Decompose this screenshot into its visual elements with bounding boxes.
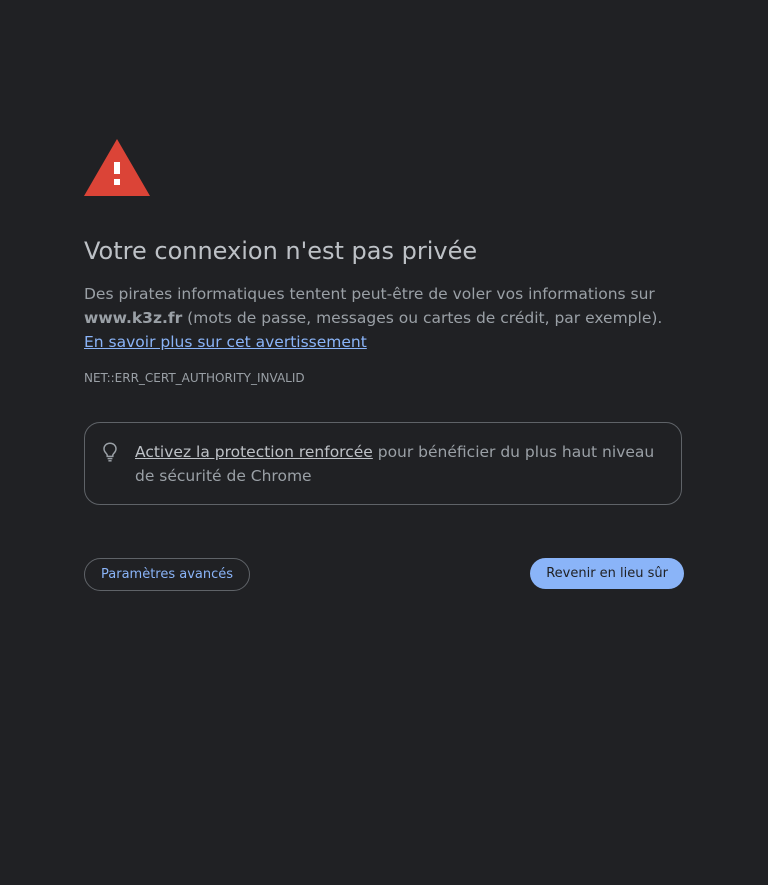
site-domain: www.k3z.fr: [84, 309, 183, 327]
explanation-text: Des pirates informatiques tentent peut-ê…: [84, 285, 655, 303]
explanation-text-after: (mots de passe, messages ou cartes de cr…: [182, 309, 663, 327]
lightbulb-icon: [103, 442, 117, 462]
back-to-safety-button[interactable]: Revenir en lieu sûr: [530, 558, 684, 589]
learn-more-link[interactable]: En savoir plus sur cet avertissement: [84, 333, 367, 351]
warning-explanation: Des pirates informatiques tentent peut-ê…: [84, 282, 684, 354]
warning-triangle-icon: [84, 139, 150, 196]
page-title: Votre connexion n'est pas privée: [84, 237, 478, 265]
enhanced-protection-text: Activez la protection renforcée pour bén…: [135, 440, 675, 488]
advanced-button[interactable]: Paramètres avancés: [84, 558, 251, 591]
error-code: NET::ERR_CERT_AUTHORITY_INVALID: [84, 371, 305, 385]
enhanced-protection-link[interactable]: Activez la protection renforcée: [135, 443, 373, 461]
enhanced-protection-banner: Activez la protection renforcée pour bén…: [84, 422, 682, 505]
